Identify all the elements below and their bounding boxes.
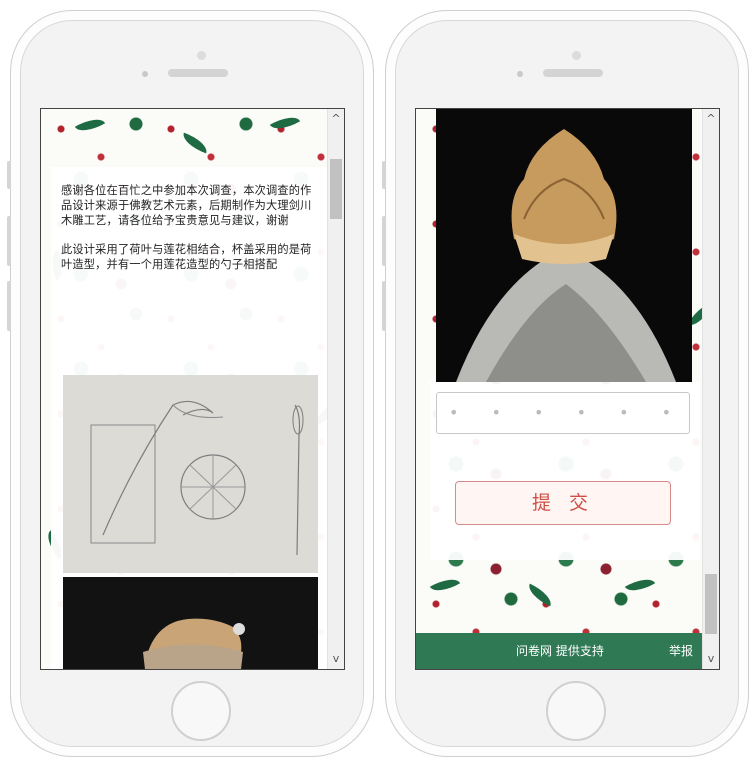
proximity-sensor <box>517 71 523 77</box>
scroll-down-arrow[interactable]: v <box>328 651 344 667</box>
front-camera <box>572 51 581 60</box>
answer-input[interactable]: • • • • • • <box>436 392 690 434</box>
phone-left: 感谢各位在百忙之中参加本次调查，本次调查的作品设计来源于佛教艺术元素，后期制作为… <box>7 10 374 757</box>
proximity-sensor <box>142 71 148 77</box>
earpiece-speaker <box>543 69 603 77</box>
scroll-thumb[interactable] <box>705 574 717 634</box>
earpiece-speaker <box>168 69 228 77</box>
mute-switch <box>7 161 11 189</box>
home-button[interactable] <box>171 681 231 741</box>
support-text: 问卷网 提供支持 <box>516 644 604 658</box>
footer-bar: 问卷网 提供支持 举报 <box>416 633 703 669</box>
survey-card: 感谢各位在百忙之中参加本次调查，本次调查的作品设计来源于佛教艺术元素，后期制作为… <box>51 167 329 669</box>
volume-down-button <box>382 281 386 331</box>
phone-right: • • • • • • 提 交 问卷网 提供支持 举报 ^ v <box>382 10 749 757</box>
submit-button[interactable]: 提 交 <box>455 481 671 525</box>
volume-down-button <box>7 281 11 331</box>
carved-cup-photo <box>63 577 318 669</box>
mute-switch <box>382 161 386 189</box>
home-button[interactable] <box>546 681 606 741</box>
scroll-down-arrow[interactable]: v <box>703 651 719 667</box>
left-screen: 感谢各位在百忙之中参加本次调查，本次调查的作品设计来源于佛教艺术元素，后期制作为… <box>40 108 345 670</box>
volume-up-button <box>7 216 11 266</box>
scroll-up-arrow[interactable]: ^ <box>328 111 344 127</box>
scrollbar[interactable]: ^ v <box>327 109 344 669</box>
survey-intro: 感谢各位在百忙之中参加本次调查，本次调查的作品设计来源于佛教艺术元素，后期制作为… <box>61 183 319 286</box>
lotus-cup-photo <box>436 109 692 382</box>
scroll-up-arrow[interactable]: ^ <box>703 111 719 127</box>
report-link[interactable]: 举报 <box>669 633 693 669</box>
submit-card: • • • • • • 提 交 <box>430 382 700 560</box>
intro-paragraph-2: 此设计采用了荷叶与莲花相结合，杯盖采用的是荷叶造型，并有一个用莲花造型的勺子相搭… <box>61 243 312 271</box>
intro-paragraph-1: 感谢各位在百忙之中参加本次调查，本次调查的作品设计来源于佛教艺术元素，后期制作为… <box>61 184 312 227</box>
scroll-thumb[interactable] <box>330 159 342 219</box>
scrollbar[interactable]: ^ v <box>702 109 719 669</box>
front-camera <box>197 51 206 60</box>
right-screen: • • • • • • 提 交 问卷网 提供支持 举报 ^ v <box>415 108 720 670</box>
volume-up-button <box>382 216 386 266</box>
design-sketch-image <box>63 375 318 573</box>
